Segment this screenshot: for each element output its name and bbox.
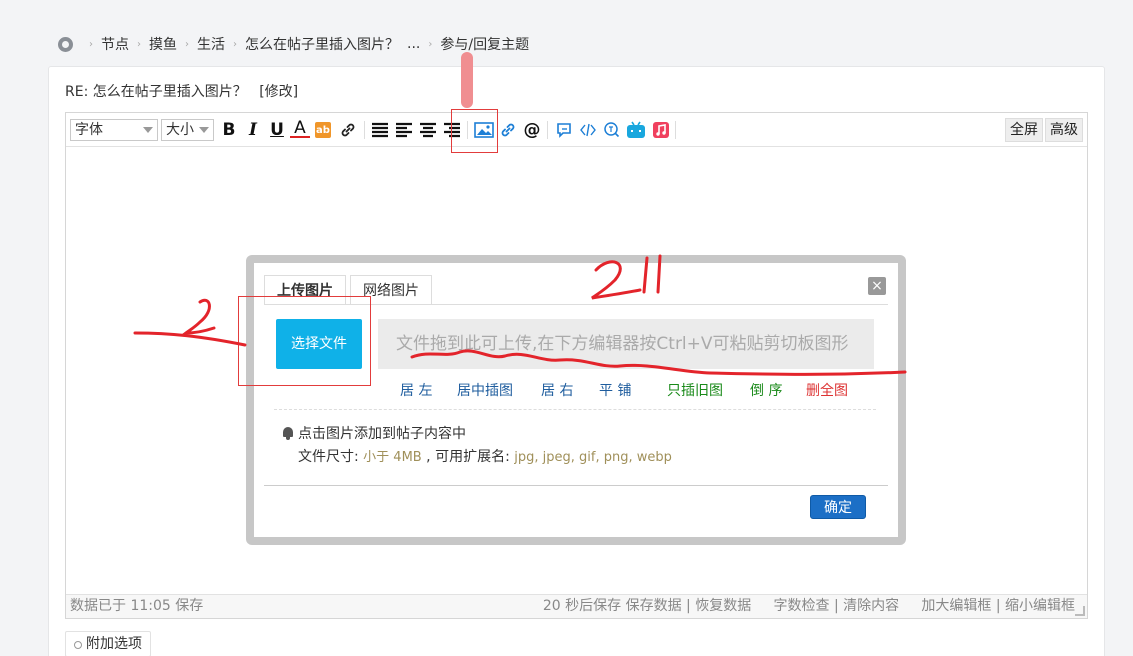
align-justify-icon[interactable] bbox=[370, 120, 390, 140]
bilibili-icon[interactable] bbox=[626, 120, 646, 140]
font-color-button[interactable]: A bbox=[290, 118, 310, 138]
toolbar-divider bbox=[547, 121, 548, 139]
close-icon[interactable]: × bbox=[868, 277, 886, 295]
save-data-link[interactable]: 保存数据 bbox=[626, 598, 682, 614]
fullscreen-button[interactable]: 全屏 bbox=[1005, 118, 1043, 142]
extensions-value: jpg, jpeg, gif, png, webp bbox=[514, 450, 672, 465]
background-color-button[interactable]: ab bbox=[315, 122, 331, 138]
emoji-icon[interactable] bbox=[602, 120, 622, 140]
divider: | bbox=[833, 598, 839, 614]
chevron-down-icon bbox=[143, 127, 153, 133]
font-size-select[interactable]: 大小 bbox=[161, 119, 214, 141]
bold-button[interactable]: B bbox=[219, 120, 239, 140]
quote-icon[interactable] bbox=[554, 120, 574, 140]
edit-title-link[interactable]: [修改] bbox=[259, 84, 298, 100]
breadcrumb-item-moyu[interactable]: 摸鱼 bbox=[149, 34, 177, 54]
shrink-editor-link[interactable]: 缩小编辑框 bbox=[1005, 598, 1075, 614]
autosave-countdown: 20 秒后保存 bbox=[542, 598, 622, 614]
font-family-select-value: 字体 bbox=[75, 122, 103, 138]
insert-old-only-option[interactable]: 只插旧图 bbox=[667, 380, 723, 400]
annotation-box-image-button bbox=[451, 109, 498, 153]
confirm-button[interactable]: 确定 bbox=[810, 495, 866, 519]
statusbar-actions: 20 秒后保存 保存数据 | 恢复数据 字数检查 | 清除内容 加大编辑框 | … bbox=[543, 595, 1075, 617]
align-left-icon[interactable] bbox=[394, 120, 414, 140]
breadcrumb-item-reply: 参与/回复主题 bbox=[440, 37, 530, 53]
dashed-divider bbox=[274, 409, 876, 410]
breadcrumb-ellipsis: ... bbox=[407, 36, 421, 52]
toolbar-divider bbox=[364, 121, 365, 139]
editor-toolbar: 字体 大小 B I U A ab @ 全屏 高级 bbox=[66, 113, 1087, 147]
extensions-label: , 可用扩展名: bbox=[426, 449, 510, 465]
annotation-marker bbox=[461, 52, 473, 108]
breadcrumb: › 节点 › 摸鱼 › 生活 › 怎么在帖子里插入图片？ ... › 参与/回复… bbox=[58, 34, 529, 54]
annotation-box-choose-file bbox=[238, 296, 371, 386]
font-family-select[interactable]: 字体 bbox=[70, 119, 158, 141]
drop-zone[interactable]: 文件拖到此可上传,在下方编辑器按Ctrl+V可粘贴剪切板图形 bbox=[378, 319, 874, 369]
underline-button[interactable]: U bbox=[267, 120, 287, 140]
url-icon[interactable] bbox=[498, 120, 518, 140]
center-insert-option[interactable]: 居中插图 bbox=[457, 380, 513, 400]
link-icon[interactable] bbox=[338, 120, 358, 140]
bell-icon bbox=[282, 426, 294, 440]
reverse-order-option[interactable]: 倒 序 bbox=[750, 380, 782, 400]
breadcrumb-item-thread[interactable]: 怎么在帖子里插入图片？ bbox=[245, 34, 399, 54]
resize-handle[interactable] bbox=[1075, 606, 1085, 616]
italic-button[interactable]: I bbox=[243, 120, 263, 140]
enlarge-editor-link[interactable]: 加大编辑框 bbox=[921, 598, 991, 614]
align-right-option[interactable]: 居 右 bbox=[541, 380, 573, 400]
editor-statusbar: 数据已于 11:05 保存 20 秒后保存 保存数据 | 恢复数据 字数检查 |… bbox=[66, 594, 1087, 618]
breadcrumb-separator: › bbox=[185, 38, 189, 50]
chevron-down-icon bbox=[199, 127, 209, 133]
file-size-label: 文件尺寸: bbox=[298, 449, 359, 465]
clear-content-link[interactable]: 清除内容 bbox=[843, 598, 899, 614]
breadcrumb-separator: › bbox=[89, 38, 93, 50]
align-center-icon[interactable] bbox=[418, 120, 438, 140]
divider: | bbox=[995, 598, 1001, 614]
music-icon[interactable] bbox=[651, 120, 671, 140]
breadcrumb-separator: › bbox=[137, 38, 141, 50]
align-left-option[interactable]: 居 左 bbox=[400, 380, 432, 400]
page-title: RE: 怎么在帖子里插入图片？ [修改] bbox=[65, 81, 298, 101]
code-icon[interactable] bbox=[578, 120, 598, 140]
tile-option[interactable]: 平 铺 bbox=[599, 380, 631, 400]
file-limits: 文件尺寸: 小于 4MB , 可用扩展名: jpg, jpeg, gif, pn… bbox=[298, 446, 672, 466]
extra-options-button[interactable]: 附加选项 bbox=[65, 631, 151, 656]
post-title-text: RE: 怎么在帖子里插入图片？ bbox=[65, 84, 247, 100]
delete-all-option[interactable]: 删全图 bbox=[806, 380, 848, 400]
word-check-link[interactable]: 字数检查 bbox=[773, 598, 829, 614]
toolbar-divider bbox=[675, 121, 676, 139]
divider: | bbox=[686, 598, 691, 614]
home-icon[interactable] bbox=[58, 36, 73, 52]
breadcrumb-item-life[interactable]: 生活 bbox=[197, 34, 225, 54]
breadcrumb-separator: › bbox=[428, 38, 433, 50]
upload-tip: 点击图片添加到帖子内容中 bbox=[282, 423, 466, 443]
dialog-footer-divider bbox=[264, 485, 888, 486]
at-icon[interactable]: @ bbox=[522, 120, 542, 140]
breadcrumb-separator: › bbox=[233, 38, 237, 50]
restore-data-link[interactable]: 恢复数据 bbox=[695, 598, 751, 614]
breadcrumb-item-node[interactable]: 节点 bbox=[101, 34, 129, 54]
tip-text: 点击图片添加到帖子内容中 bbox=[298, 426, 466, 442]
autosave-status: 数据已于 11:05 保存 bbox=[70, 598, 204, 614]
file-size-value: 小于 4MB bbox=[363, 450, 422, 465]
font-size-select-value: 大小 bbox=[166, 122, 194, 138]
advanced-button[interactable]: 高级 bbox=[1045, 118, 1083, 142]
